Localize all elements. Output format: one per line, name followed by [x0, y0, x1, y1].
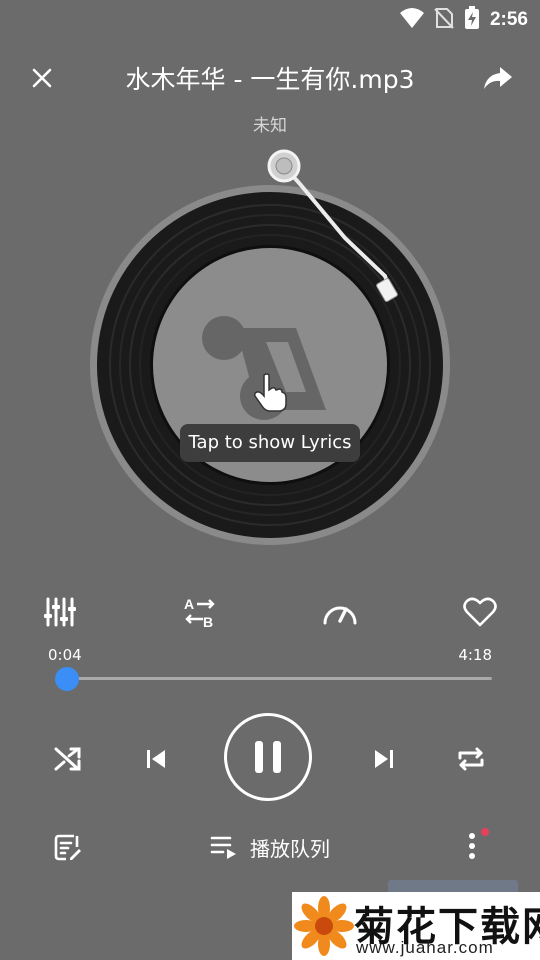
- repeat-button[interactable]: [443, 731, 499, 787]
- share-icon: [484, 67, 512, 89]
- svg-text:A: A: [184, 596, 194, 612]
- previous-button[interactable]: [128, 731, 184, 787]
- hand-cursor-icon: [252, 372, 288, 412]
- total-time: 4:18: [458, 646, 492, 664]
- more-vertical-icon: [469, 833, 475, 859]
- equalizer-icon: [44, 597, 76, 627]
- play-queue-button[interactable]: 播放队列: [210, 827, 330, 867]
- ab-repeat-button[interactable]: A B: [176, 588, 224, 636]
- status-bar: 2:56: [0, 0, 540, 36]
- watermark-banner: 菊花下载网 www.juahar.com: [292, 892, 540, 960]
- status-icons: 2:56: [399, 6, 528, 34]
- music-player-screen: 2:56 水木年华 - 一生有你.mp3 未知 Tap to show Lyri…: [0, 0, 540, 960]
- shuffle-button[interactable]: [40, 731, 96, 787]
- equalizer-button[interactable]: [36, 588, 84, 636]
- wifi-icon: [399, 7, 424, 33]
- close-button[interactable]: [22, 58, 62, 98]
- watermark-url: www.juahar.com: [356, 938, 494, 957]
- shuffle-icon: [54, 747, 81, 771]
- song-title: 水木年华 - 一生有你.mp3: [125, 65, 415, 94]
- current-time: 0:04: [48, 646, 82, 664]
- lyrics-tooltip[interactable]: Tap to show Lyrics: [180, 424, 360, 462]
- close-icon: [32, 68, 52, 88]
- ab-repeat-icon: A B: [184, 596, 215, 629]
- favorite-heart-icon: [463, 597, 497, 627]
- repeat-icon: [458, 747, 484, 771]
- share-button[interactable]: [478, 58, 518, 98]
- previous-icon: [147, 750, 165, 768]
- play-pause-button[interactable]: [224, 713, 312, 801]
- progress-bar[interactable]: [54, 667, 492, 691]
- lyrics-icon: [54, 834, 81, 861]
- lyrics-button[interactable]: [40, 819, 96, 875]
- notification-dot: [481, 828, 489, 836]
- queue-icon: [210, 836, 236, 859]
- song-artist: 未知: [253, 116, 287, 136]
- progress-thumb[interactable]: [54, 667, 79, 691]
- next-icon: [375, 750, 393, 768]
- play-queue-label: 播放队列: [250, 836, 330, 861]
- svg-text:B: B: [203, 614, 213, 629]
- battery-charging-icon: [464, 6, 480, 34]
- status-time: 2:56: [489, 9, 528, 30]
- speed-icon: [323, 606, 357, 625]
- next-button[interactable]: [356, 731, 412, 787]
- favorite-button[interactable]: [456, 588, 504, 636]
- pause-icon: [255, 741, 281, 773]
- playback-speed-button[interactable]: [316, 588, 364, 636]
- no-sim-icon: [434, 7, 454, 33]
- chrysanthemum-logo-icon: [294, 896, 354, 956]
